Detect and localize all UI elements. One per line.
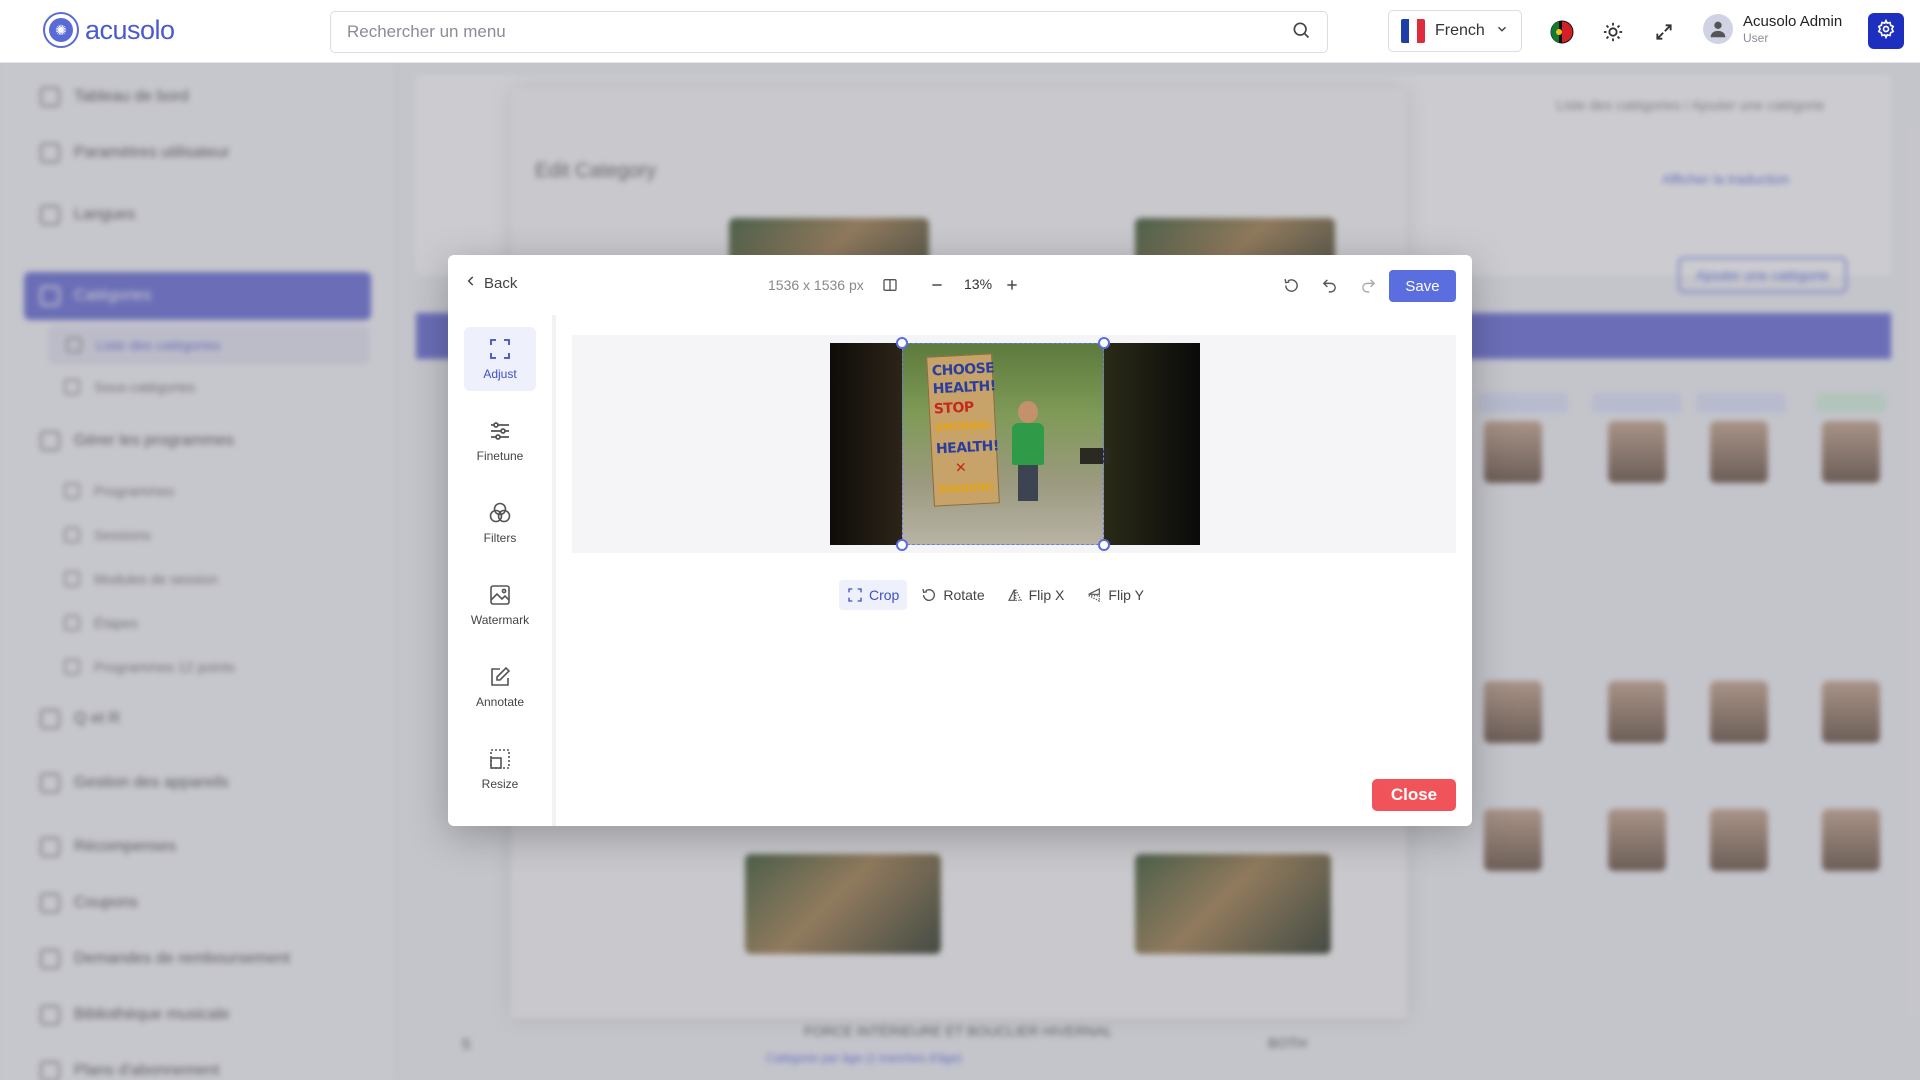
france-flag-icon [1401, 19, 1425, 43]
crop-selection[interactable] [896, 337, 1110, 551]
save-button[interactable]: Save [1389, 270, 1456, 302]
back-label: Back [484, 274, 518, 292]
search-icon[interactable] [1291, 20, 1311, 45]
crop-handle-top-right[interactable] [1098, 337, 1110, 349]
subtool-flip-y[interactable]: Flip Y [1078, 580, 1152, 610]
user-name: Acusolo Admin [1743, 13, 1843, 30]
tool-label: Annotate [475, 695, 525, 709]
zoom-level: 13% [964, 276, 993, 292]
adjust-icon [490, 339, 510, 359]
tool-annotate[interactable]: Annotate [464, 655, 536, 719]
tool-watermark[interactable]: Watermark [464, 573, 536, 637]
tool-adjust[interactable]: Adjust [464, 327, 536, 391]
tool-label: Resize [481, 777, 519, 791]
tool-label: Filters [483, 531, 517, 545]
tool-label: Watermark [470, 613, 530, 627]
annotate-icon [491, 666, 511, 686]
resize-icon [490, 749, 510, 769]
adjust-subtools: Crop Rotate Flip X Flip Y [839, 580, 1152, 610]
top-bar: ✺ acusolo French Acusolo Admin User [0, 0, 1920, 63]
subtool-label: Rotate [943, 587, 985, 603]
logo-text: acusolo [85, 14, 175, 45]
language-selector[interactable]: French [1388, 10, 1522, 52]
search-bar[interactable] [330, 11, 1328, 53]
crop-icon [848, 588, 862, 602]
chevron-down-icon [1495, 22, 1509, 41]
compare-icon[interactable] [879, 274, 901, 296]
crop-handle-bottom-left[interactable] [896, 539, 908, 551]
sun-icon[interactable] [1599, 18, 1627, 46]
zoom-out-icon[interactable] [926, 274, 948, 296]
image-dimensions: 1536 x 1536 px [768, 277, 864, 293]
app-logo[interactable]: ✺ acusolo [43, 12, 175, 48]
subtool-crop[interactable]: Crop [839, 580, 908, 610]
zoom-in-icon[interactable] [1001, 274, 1023, 296]
user-menu[interactable]: Acusolo Admin User [1703, 13, 1842, 45]
subtool-label: Crop [869, 587, 900, 603]
settings-button[interactable] [1868, 13, 1904, 49]
back-button[interactable]: Back [464, 274, 517, 292]
tool-finetune[interactable]: Finetune [464, 409, 536, 473]
tool-resize[interactable]: Resize [464, 737, 536, 801]
flip-x-icon [1007, 589, 1022, 601]
flip-y-icon [1088, 588, 1101, 602]
crop-handle-bottom-right[interactable] [1098, 539, 1110, 551]
redo-icon[interactable] [1357, 274, 1379, 296]
filters-icon [489, 502, 511, 523]
undo-icon[interactable] [1318, 274, 1340, 296]
subtool-label: Flip Y [1108, 587, 1144, 603]
watermark-icon [490, 585, 510, 605]
editor-header: Back 1536 x 1536 px 13% Save [448, 255, 1472, 315]
fullscreen-icon[interactable] [1650, 18, 1678, 46]
user-avatar-icon [1703, 14, 1733, 44]
close-button[interactable]: Close [1372, 779, 1456, 811]
subtool-label: Flip X [1028, 587, 1065, 603]
image-editor-modal: Back 1536 x 1536 px 13% Save Adjust Fine… [448, 255, 1472, 826]
tool-filters[interactable]: Filters [464, 491, 536, 555]
gear-icon [1876, 18, 1896, 44]
user-role: User [1743, 31, 1769, 45]
language-label: French [1435, 22, 1485, 39]
logo-icon: ✺ [43, 12, 79, 48]
finetune-icon [491, 422, 509, 440]
portugal-flag-icon[interactable] [1548, 18, 1576, 46]
subtool-flip-x[interactable]: Flip X [999, 580, 1073, 610]
subtool-rotate[interactable]: Rotate [913, 580, 992, 610]
crop-handle-top-left[interactable] [896, 337, 908, 349]
reset-icon[interactable] [1280, 274, 1302, 296]
chevron-left-icon [464, 274, 478, 292]
search-input[interactable] [347, 22, 1291, 42]
rotate-icon [922, 588, 936, 601]
tool-label: Adjust [483, 367, 517, 381]
editor-tool-panel: Adjust Finetune Filters Watermark Annota… [448, 315, 556, 826]
tool-label: Finetune [476, 449, 524, 463]
